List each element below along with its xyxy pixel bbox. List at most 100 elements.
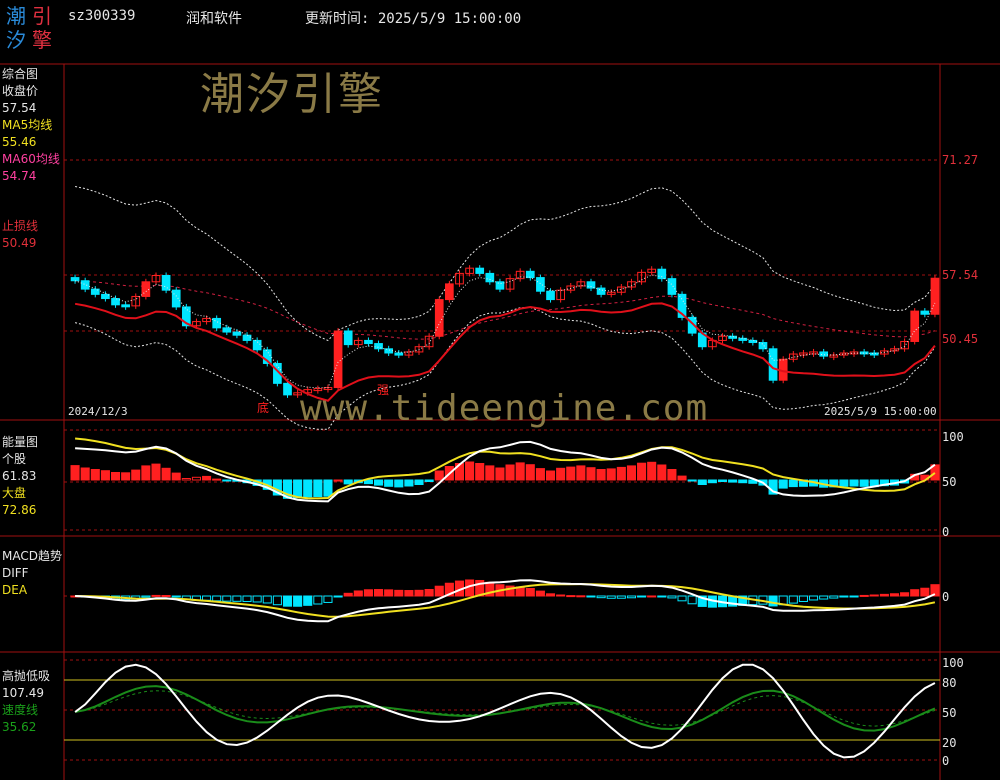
- speed-value: 35.62: [2, 720, 37, 734]
- macd-bar: [262, 595, 272, 604]
- price-candle: [384, 348, 394, 354]
- energy-bar: [100, 470, 110, 481]
- price-candle: [222, 327, 232, 333]
- price-candle: [475, 267, 485, 274]
- energy-bar: [728, 479, 738, 483]
- date-end: 2025/5/9 15:00:00: [824, 405, 937, 418]
- macd-bar: [829, 595, 839, 599]
- energy-bar: [191, 476, 202, 481]
- price-candle: [748, 339, 758, 344]
- energy-bar: [465, 461, 475, 481]
- energy-bar: [697, 479, 707, 485]
- axis-label: 100: [942, 656, 964, 670]
- macd-bar: [525, 588, 535, 597]
- axis-label: 80: [942, 676, 957, 690]
- price-candle: [596, 287, 606, 295]
- macd-bar: [252, 595, 262, 603]
- axis-label: 57.54: [942, 268, 979, 282]
- macd-bar: [586, 595, 596, 598]
- macd-bar: [232, 595, 242, 602]
- price-candle: [252, 339, 262, 351]
- energy-bar: [394, 479, 404, 488]
- energy-bar: [586, 467, 596, 481]
- macd-bar: [424, 588, 434, 597]
- macd-bar: [869, 594, 879, 597]
- macd-bar: [212, 595, 222, 602]
- macd-bar: [535, 590, 545, 597]
- energy-bar: [141, 465, 151, 481]
- energy-bar: [738, 479, 748, 484]
- speed-signal-line: [75, 690, 936, 727]
- price-candle: [70, 277, 80, 282]
- macd-bar: [394, 589, 404, 597]
- macd-bar: [161, 595, 171, 598]
- energy-bar: [525, 464, 535, 481]
- energy-bar: [131, 469, 141, 481]
- price-candle: [111, 298, 120, 306]
- macd-bar: [647, 595, 657, 598]
- energy-bar: [414, 479, 424, 485]
- dea-label: DEA: [2, 583, 28, 597]
- macd-bar: [667, 595, 677, 599]
- macd-bar: [222, 595, 232, 602]
- macd-bar: [677, 595, 687, 602]
- macd-bar: [323, 595, 333, 603]
- energy-bar: [323, 479, 333, 497]
- macd-bar: [566, 595, 576, 598]
- macd-bar: [616, 595, 626, 599]
- macd-bar: [910, 589, 920, 597]
- price-candle: [343, 330, 353, 346]
- bottom-marker: 底: [257, 401, 270, 415]
- stop-label: 止损线: [2, 219, 39, 233]
- ma60-value: 54.74: [2, 169, 37, 183]
- main-panel-title: 综合图: [2, 67, 39, 81]
- market-energy-label: 大盘: [2, 486, 27, 500]
- energy-bar: [545, 470, 556, 481]
- energy-bar: [596, 469, 606, 481]
- macd-bar: [920, 587, 930, 597]
- energy-bar: [424, 479, 434, 482]
- macd-bar: [384, 589, 394, 597]
- macd-bar: [657, 595, 667, 598]
- macd-bar: [353, 590, 363, 597]
- close-value: 57.54: [2, 101, 37, 115]
- energy-bar: [80, 467, 90, 481]
- macd-bar: [414, 589, 424, 597]
- stock-energy-line: [75, 440, 936, 503]
- energy-bar: [637, 462, 647, 481]
- energy-bar: [121, 472, 131, 481]
- diff-label: DIFF: [2, 566, 29, 580]
- macd-bar: [798, 595, 808, 602]
- energy-bar: [505, 464, 515, 481]
- close-label: 收盘价: [2, 84, 39, 98]
- macd-bar: [343, 592, 353, 597]
- date-start: 2024/12/3: [68, 405, 128, 418]
- osc-main-line: [74, 663, 936, 759]
- price-candle: [171, 289, 181, 308]
- energy-bar: [313, 479, 323, 497]
- price-candle: [910, 310, 920, 342]
- energy-bar: [576, 465, 586, 481]
- macd-bar: [687, 595, 697, 605]
- energy-bar: [566, 466, 576, 481]
- energy-bar: [212, 478, 222, 481]
- osc-main-value: 107.49: [2, 686, 44, 700]
- macd-panel-title: MACD趋势: [2, 549, 62, 563]
- energy-bar: [181, 478, 191, 481]
- ma5-value: 55.46: [2, 135, 37, 149]
- energy-bar: [717, 479, 728, 482]
- macd-bar: [363, 589, 373, 597]
- macd-bar: [313, 595, 323, 605]
- url-watermark: www.tideengine.com: [300, 388, 709, 429]
- price-candle: [434, 299, 444, 337]
- energy-bar: [475, 463, 485, 481]
- energy-bar: [202, 475, 212, 481]
- energy-bar: [606, 468, 616, 481]
- macd-bar: [819, 595, 829, 600]
- macd-bar: [545, 593, 556, 597]
- macd-bar: [141, 595, 151, 598]
- price-candle: [536, 277, 545, 292]
- axis-label: 20: [942, 736, 957, 750]
- macd-bar: [242, 595, 252, 602]
- macd-bar: [879, 593, 889, 597]
